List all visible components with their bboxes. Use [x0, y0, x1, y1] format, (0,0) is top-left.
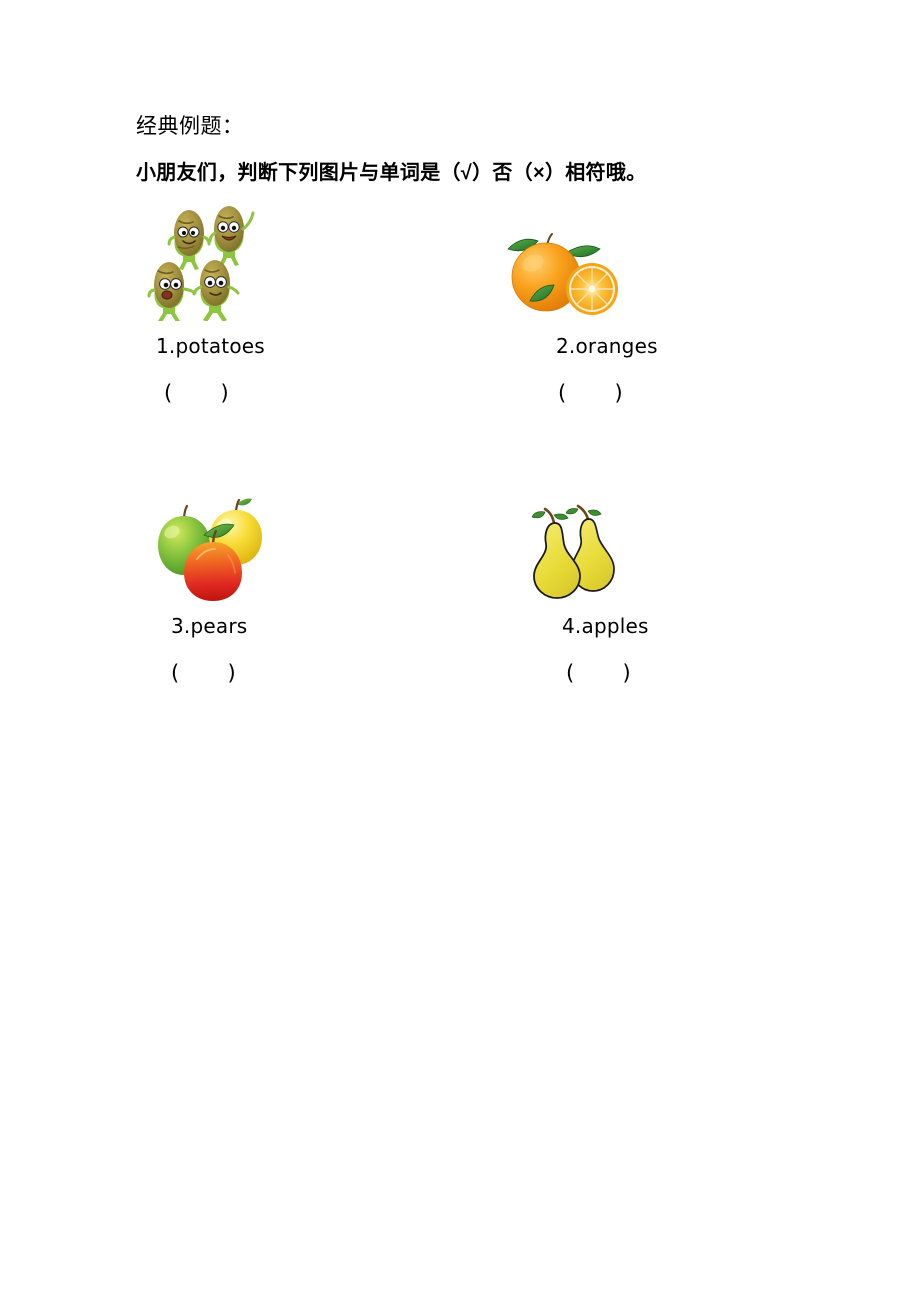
question-item-3: 3.pears ( )	[126, 486, 426, 685]
pears-icon	[531, 504, 615, 599]
oranges-icon	[507, 233, 618, 315]
potatoes-icon	[147, 206, 255, 322]
question-label-2: 2.oranges	[556, 334, 658, 358]
question-label-1: 1.potatoes	[156, 334, 265, 358]
answer-blank-2[interactable]: ( )	[558, 381, 623, 405]
question-item-4: 4.apples ( )	[500, 486, 800, 685]
apples-icon	[158, 498, 262, 601]
image-watermark	[145, 314, 189, 325]
worksheet-page: 经典例题： 小朋友们，判断下列图片与单词是（√）否（×）相符哦。 1.potat…	[0, 0, 920, 1301]
question-label-4: 4.apples	[562, 614, 649, 638]
question-item-2: 2.oranges ( )	[500, 206, 800, 405]
question-image-2	[500, 206, 800, 326]
question-image-1	[126, 206, 426, 326]
question-image-4	[500, 486, 800, 606]
question-grid: 1.potatoes ( ) 2.oranges () 3.pears ()…	[0, 0, 920, 720]
answer-blank-1[interactable]: ( )	[164, 381, 229, 405]
answer-blank-4[interactable]: ( )	[566, 661, 631, 685]
question-image-3	[126, 486, 426, 606]
question-label-3: 3.pears	[171, 614, 248, 638]
answer-blank-3[interactable]: ( )	[171, 661, 236, 685]
question-item-1: 1.potatoes ( )	[126, 206, 426, 405]
